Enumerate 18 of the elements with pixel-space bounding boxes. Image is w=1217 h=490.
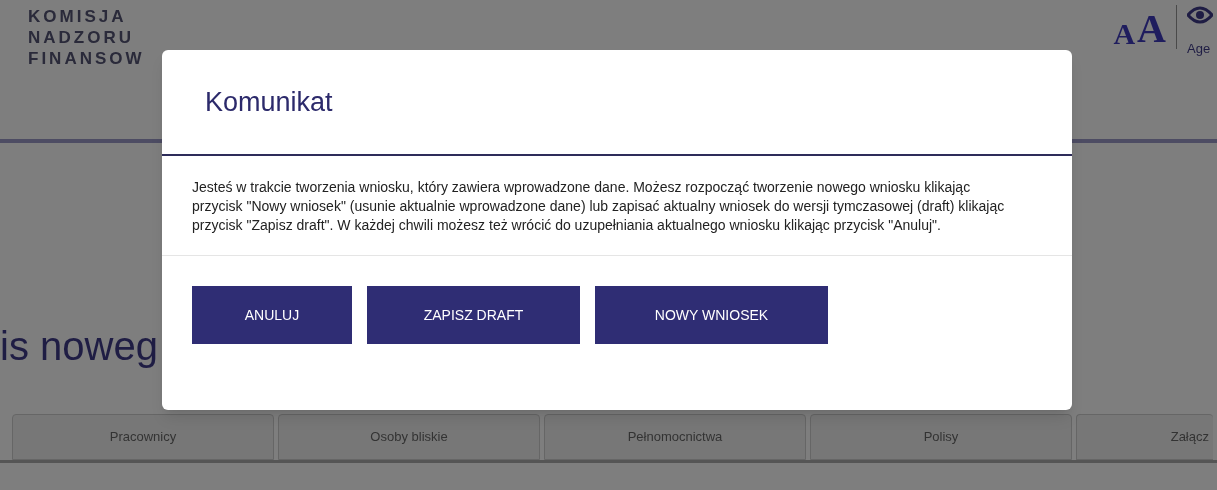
logo-text: FINANSOW <box>28 48 145 69</box>
tab[interactable]: Osoby bliskie <box>278 414 540 460</box>
tab[interactable]: Pracownicy <box>12 414 274 460</box>
dialog-button[interactable]: NOWY WNIOSEK <box>595 286 828 344</box>
logo-text: NADZORU <box>28 27 135 48</box>
font-size-button[interactable]: A <box>1113 19 1136 49</box>
font-size-button[interactable]: A <box>1137 9 1166 49</box>
tab[interactable]: Załącz <box>1076 414 1213 460</box>
dialog-title: Komunikat <box>205 85 333 119</box>
tab[interactable]: Pełnomocnictwa <box>544 414 806 460</box>
page-heading: is noweg <box>0 326 158 366</box>
dialog-button[interactable]: ZAPISZ DRAFT <box>367 286 580 344</box>
logo-text: KOMISJA <box>28 6 128 27</box>
tab[interactable]: Polisy <box>810 414 1072 460</box>
accessibility-label[interactable]: Age <box>1187 39 1211 59</box>
eye-icon[interactable] <box>1187 5 1213 25</box>
dialog-message: Jesteś w trakcie tworzenia wniosku, który zawiera wprowadzone dane. Możesz rozpocząć tworzenie nowego wniosku klikając przycisk "Nowy wniosek" (usunie aktualnie wprowadzone dane) lub zapisać aktualny wniosek do wersji tymczasowej (draft) klikając przycisk "Zapisz draft". W każdej chwili możesz też wrócić do uzupełniania aktualnego wniosku klikając przycisk "Anuluj". <box>192 178 1006 235</box>
dialog-button[interactable]: ANULUJ <box>192 286 352 344</box>
